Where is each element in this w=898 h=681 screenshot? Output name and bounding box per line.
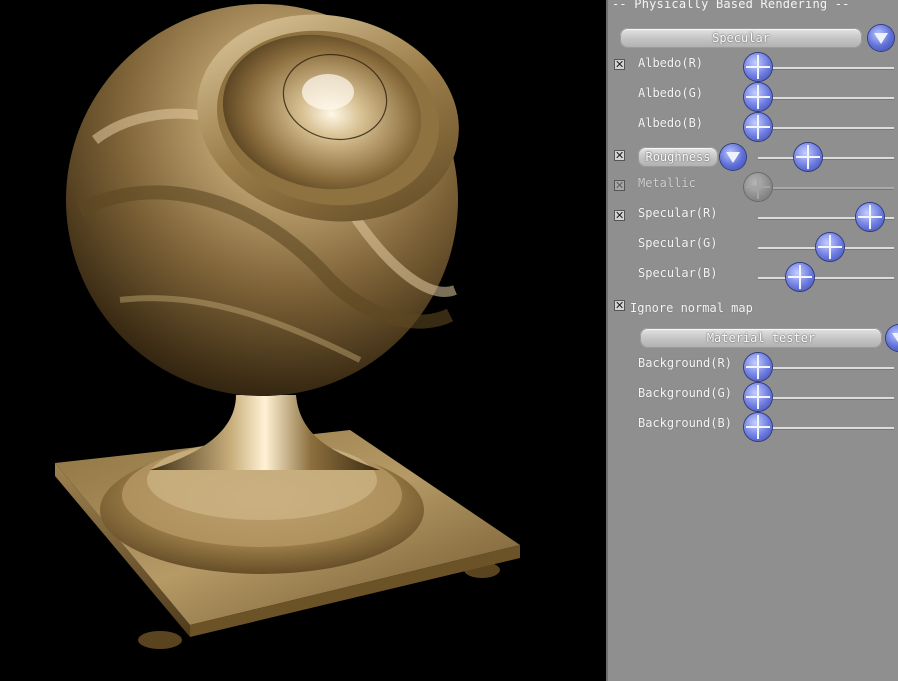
background-r-label: Background(R) [638, 356, 732, 370]
albedo-g-label: Albedo(G) [638, 86, 704, 100]
albedo-r-label: Albedo(R) [638, 56, 704, 70]
specular-g-slider-knob[interactable] [816, 233, 844, 261]
metallic-slider-knob[interactable] [744, 173, 772, 201]
specular-b-slider-track[interactable] [758, 277, 894, 279]
specular-g-label: Specular(G) [638, 236, 718, 250]
specular-r-label: Specular(R) [638, 206, 718, 220]
roughness-slider-knob[interactable] [794, 143, 822, 171]
albedo-r-slider-knob[interactable] [744, 53, 772, 81]
metallic-label: Metallic [638, 176, 696, 190]
albedo-b-slider-knob[interactable] [744, 113, 772, 141]
specular-r-checkbox[interactable]: ✕ [614, 210, 625, 221]
panel-title: -- Physically Based Rendering -- [612, 0, 850, 11]
specular-r-slider-knob[interactable] [856, 203, 884, 231]
scene-combo-arrow-icon[interactable] [886, 325, 898, 351]
roughness-slider-track[interactable] [758, 157, 894, 159]
3d-viewport[interactable] [0, 0, 606, 681]
material-tester-render [55, 4, 520, 649]
albedo-b-label: Albedo(B) [638, 116, 704, 130]
specular-b-label: Specular(B) [638, 266, 718, 280]
background-r-slider-knob[interactable] [744, 353, 772, 381]
base-foot [138, 631, 182, 649]
metallic-checkbox[interactable]: ✕ [614, 180, 625, 191]
background-g-label: Background(G) [638, 386, 732, 400]
albedo-g-slider-knob[interactable] [744, 83, 772, 111]
background-b-slider-knob[interactable] [744, 413, 772, 441]
albedo-r-checkbox[interactable]: ✕ [614, 59, 625, 70]
background-b-label: Background(B) [638, 416, 732, 430]
ignore-normal-map-label: Ignore normal map [630, 301, 753, 315]
mode-combo-arrow-icon[interactable] [868, 25, 894, 51]
specular-b-slider-knob[interactable] [786, 263, 814, 291]
roughness-combo-arrow-icon[interactable] [720, 144, 746, 170]
background-g-slider-knob[interactable] [744, 383, 772, 411]
roughness-combo[interactable]: Roughness [638, 147, 718, 167]
scene-combo[interactable]: Material tester [640, 328, 882, 348]
control-panel: -- Physically Based Rendering -- Specula… [606, 0, 898, 681]
ignore-normal-map-checkbox[interactable]: ✕ [614, 300, 625, 311]
mode-combo[interactable]: Specular [620, 28, 862, 48]
roughness-checkbox[interactable]: ✕ [614, 150, 625, 161]
